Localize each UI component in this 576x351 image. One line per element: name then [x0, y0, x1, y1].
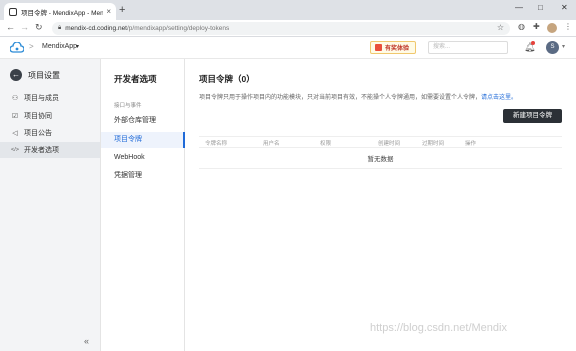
- empty-state-text: 暂无数据: [199, 151, 562, 169]
- back-icon[interactable]: ←: [6, 22, 15, 32]
- code-icon: </>: [11, 147, 19, 153]
- personal-token-link[interactable]: 请点击这里。: [481, 95, 517, 101]
- search-input[interactable]: 搜索...: [428, 41, 508, 54]
- submenu-item-credentials[interactable]: 凭据管理: [101, 168, 185, 184]
- user-avatar[interactable]: S: [546, 41, 559, 54]
- puzzle-icon[interactable]: ✚: [533, 22, 540, 31]
- submenu-title: 开发者选项: [114, 74, 157, 84]
- tab-close-icon[interactable]: ×: [106, 7, 111, 16]
- tab-title: 项目令牌 - MendixApp - Mendix: [21, 9, 104, 17]
- user-menu-chevron-icon[interactable]: ▾: [562, 43, 565, 50]
- extension-icon[interactable]: ◍: [518, 22, 525, 31]
- browser-tab[interactable]: 项目令牌 - MendixApp - Mendix ×: [4, 3, 116, 20]
- sidebar-item-developer[interactable]: </> 开发者选项: [0, 142, 100, 158]
- collapse-sidebar-icon[interactable]: «: [84, 336, 89, 346]
- submenu-item-project-tokens[interactable]: 项目令牌: [101, 132, 185, 148]
- app-header: > MendixApp ▾ 有奖体验 搜索... 🔔︎ S ▾: [0, 37, 576, 59]
- sidebar-item-collab[interactable]: ☑ 项目协同: [0, 108, 100, 124]
- main-content: 项目令牌（0） 项目令牌只用于操作项目内的功能模块，只对当前项目有效，不能操个人…: [185, 59, 576, 351]
- new-tab-button[interactable]: +: [119, 4, 125, 16]
- url-text: mendix-cd.coding.net/p/mendixapp/setting…: [65, 25, 230, 32]
- new-project-token-button[interactable]: 新建项目令牌: [503, 109, 562, 123]
- gift-icon: [375, 44, 382, 51]
- sidebar-item-label: 开发者选项: [24, 147, 59, 154]
- forward-icon[interactable]: →: [20, 22, 29, 32]
- cloud-logo-icon[interactable]: [10, 42, 24, 53]
- sidebar-item-announcement[interactable]: ◁ 项目公告: [0, 125, 100, 141]
- close-window-icon[interactable]: ✕: [561, 3, 568, 12]
- watermark: https://blog.csdn.net/Mendix: [370, 322, 507, 334]
- lock-icon: 🔒︎: [58, 25, 62, 31]
- users-icon: ⚇: [11, 95, 19, 102]
- announce-icon: ◁: [12, 130, 18, 137]
- column-header: 令牌名称: [205, 141, 228, 147]
- page-title: 项目令牌（0）: [199, 74, 255, 84]
- maximize-icon[interactable]: □: [538, 3, 543, 12]
- bookmark-star-icon[interactable]: ☆: [497, 23, 504, 32]
- tokens-table-header: 令牌名称 用户名 权限 创建时间 过期时间 操作: [199, 136, 562, 148]
- submenu-group-label: 接口与事件: [114, 103, 142, 109]
- submenu-item-external-repo[interactable]: 外部仓库管理: [101, 113, 185, 129]
- notification-dot: [531, 41, 535, 45]
- promo-label: 有奖体验: [385, 46, 410, 52]
- column-header: 过期时间: [422, 141, 445, 147]
- submenu-item-webhook[interactable]: WebHook: [101, 150, 185, 166]
- project-name[interactable]: MendixApp: [42, 43, 77, 50]
- profile-avatar-icon[interactable]: [547, 23, 557, 33]
- sidebar-title: 项目设置: [28, 71, 60, 80]
- breadcrumb-separator: >: [29, 42, 34, 51]
- sidebar-item-label: 项目协同: [24, 113, 52, 120]
- browser-tab-bar: 项目令牌 - MendixApp - Mendix × + — □ ✕: [0, 0, 576, 20]
- menu-kebab-icon[interactable]: ⋮: [564, 22, 572, 31]
- page-description: 项目令牌只用于操作项目内的功能模块，只对当前项目有效，不能操个人令牌通用，如需要…: [199, 95, 518, 101]
- reload-icon[interactable]: ↻: [35, 22, 43, 33]
- column-header: 用户名: [263, 141, 280, 147]
- url-input[interactable]: 🔒︎ mendix-cd.coding.net/p/mendixapp/sett…: [52, 22, 510, 35]
- column-header: 创建时间: [378, 141, 401, 147]
- column-header: 操作: [465, 141, 477, 147]
- minimize-icon[interactable]: —: [515, 3, 523, 12]
- sidebar-item-label: 项目与成员: [24, 95, 59, 102]
- back-arrow-icon[interactable]: ←: [10, 69, 22, 81]
- promo-badge[interactable]: 有奖体验: [370, 41, 416, 54]
- developer-submenu: 开发者选项 接口与事件 外部仓库管理 项目令牌 WebHook 凭据管理: [101, 59, 185, 351]
- chevron-down-icon[interactable]: ▾: [76, 43, 79, 50]
- sidebar-item-members[interactable]: ⚇ 项目与成员: [0, 90, 100, 106]
- column-header: 权限: [320, 141, 332, 147]
- collab-icon: ☑: [11, 113, 19, 120]
- favicon-icon: [9, 7, 17, 16]
- sidebar-item-label: 项目公告: [24, 130, 52, 137]
- settings-sidebar: ← 项目设置 ⚇ 项目与成员 ☑ 项目协同 ◁ 项目公告 </> 开发者选项 «: [0, 59, 101, 351]
- address-bar-row: ← → ↻ 🔒︎ mendix-cd.coding.net/p/mendixap…: [0, 20, 576, 37]
